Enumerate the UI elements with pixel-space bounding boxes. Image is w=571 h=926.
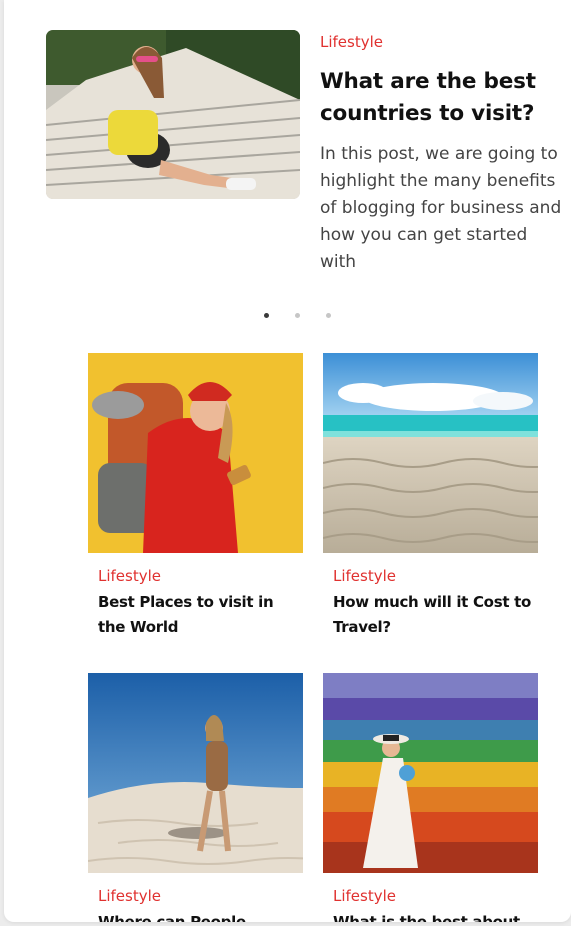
post-title[interactable]: How much will it Cost to Travel? <box>333 590 533 640</box>
carousel-dots <box>264 313 331 318</box>
post-category[interactable]: Lifestyle <box>333 567 396 585</box>
carousel-dot-3[interactable] <box>326 313 331 318</box>
carousel-dot-1[interactable] <box>264 313 269 318</box>
blog-card: Lifestyle What are the best countries to… <box>4 0 571 922</box>
post-image[interactable] <box>88 353 303 553</box>
post-title[interactable]: Where can People <box>98 910 298 922</box>
post-card[interactable]: Lifestyle Where can People <box>88 673 303 922</box>
featured-image[interactable] <box>46 30 300 199</box>
post-title[interactable]: What is the best about <box>333 910 533 922</box>
carousel-dot-2[interactable] <box>295 313 300 318</box>
post-title[interactable]: Best Places to visit in the World <box>98 590 298 640</box>
post-card[interactable]: Lifestyle Best Places to visit in the Wo… <box>88 353 303 653</box>
post-category[interactable]: Lifestyle <box>333 887 396 905</box>
post-card[interactable]: Lifestyle How much will it Cost to Trave… <box>323 353 538 653</box>
featured-excerpt: In this post, we are going to highlight … <box>320 144 562 272</box>
featured-category[interactable]: Lifestyle <box>320 33 383 51</box>
post-category[interactable]: Lifestyle <box>98 887 161 905</box>
post-image[interactable] <box>88 673 303 873</box>
post-image[interactable] <box>323 353 538 553</box>
post-image[interactable] <box>323 673 538 873</box>
post-card[interactable]: Lifestyle What is the best about <box>323 673 538 922</box>
post-category[interactable]: Lifestyle <box>98 567 161 585</box>
featured-title[interactable]: What are the best countries to visit? <box>320 66 565 130</box>
